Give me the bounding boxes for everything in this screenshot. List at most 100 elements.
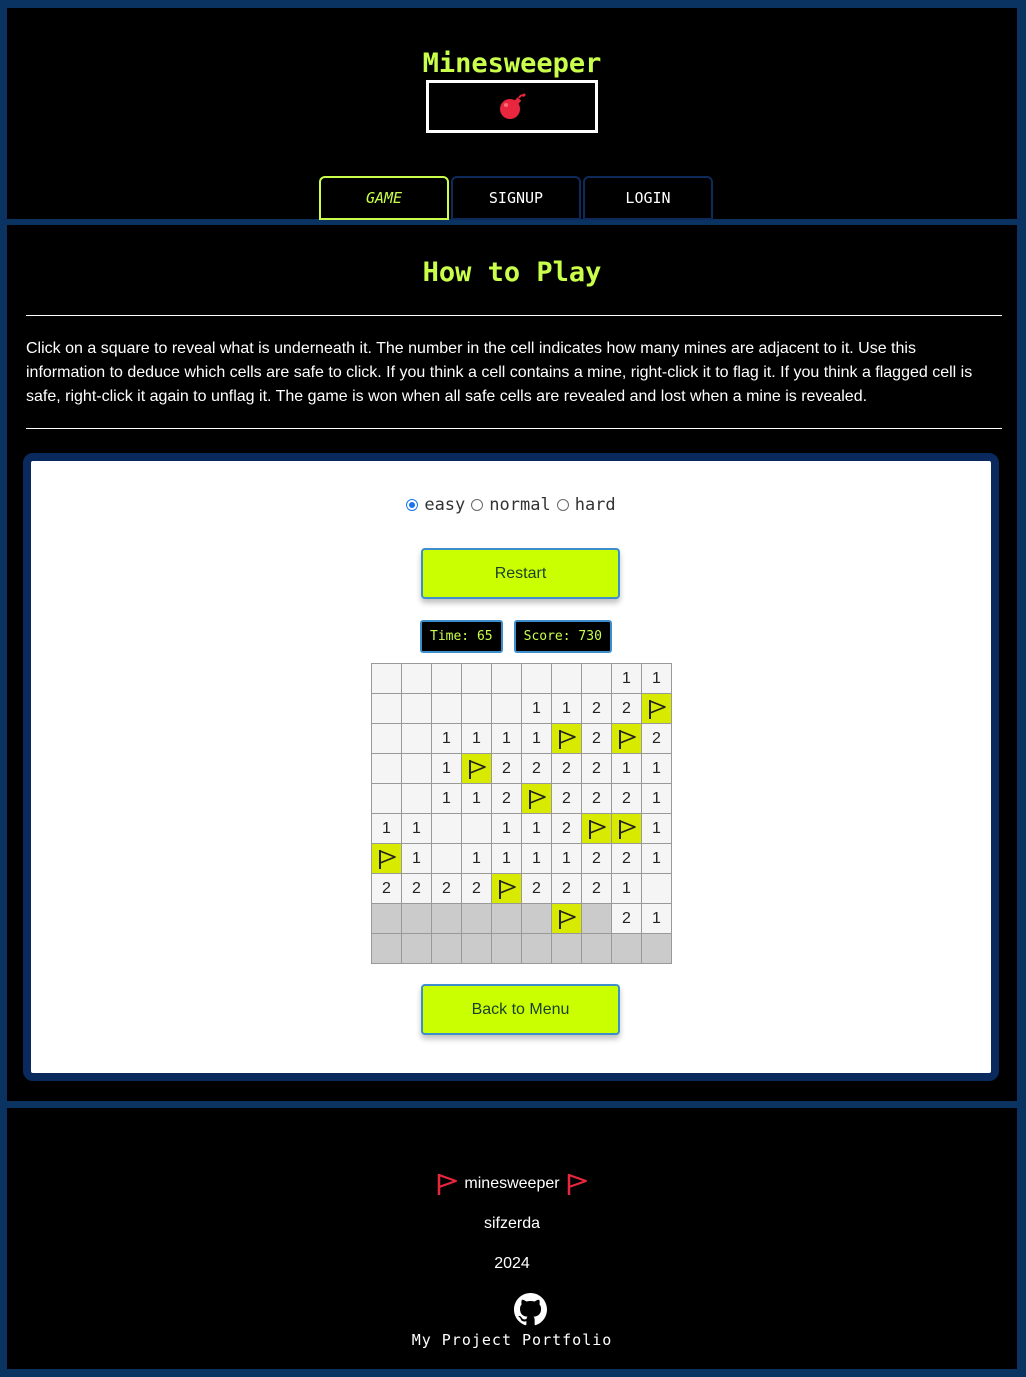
- cell-number[interactable]: 2: [582, 724, 612, 754]
- cell-hidden[interactable]: [462, 904, 492, 934]
- cell-number[interactable]: 1: [642, 904, 672, 934]
- cell-hidden[interactable]: [642, 934, 672, 964]
- cell-number[interactable]: 1: [642, 754, 672, 784]
- cell-number[interactable]: 2: [582, 784, 612, 814]
- cell-hidden[interactable]: [522, 904, 552, 934]
- difficulty-normal[interactable]: normal: [471, 495, 551, 515]
- cell-number[interactable]: 1: [462, 844, 492, 874]
- cell-number[interactable]: 2: [552, 754, 582, 784]
- cell-hidden[interactable]: [402, 934, 432, 964]
- cell-number[interactable]: 2: [552, 874, 582, 904]
- cell-number[interactable]: 2: [372, 874, 402, 904]
- cell-flagged[interactable]: [522, 784, 552, 814]
- cell-empty[interactable]: [492, 664, 522, 694]
- cell-empty[interactable]: [402, 724, 432, 754]
- cell-empty[interactable]: [402, 694, 432, 724]
- cell-hidden[interactable]: [402, 904, 432, 934]
- cell-empty[interactable]: [402, 784, 432, 814]
- cell-number[interactable]: 1: [522, 814, 552, 844]
- cell-hidden[interactable]: [582, 904, 612, 934]
- cell-hidden[interactable]: [372, 904, 402, 934]
- cell-empty[interactable]: [372, 694, 402, 724]
- cell-empty[interactable]: [432, 664, 462, 694]
- cell-empty[interactable]: [372, 724, 402, 754]
- cell-hidden[interactable]: [492, 904, 522, 934]
- cell-empty[interactable]: [402, 664, 432, 694]
- cell-number[interactable]: 2: [582, 694, 612, 724]
- cell-hidden[interactable]: [612, 934, 642, 964]
- cell-number[interactable]: 1: [492, 724, 522, 754]
- cell-flagged[interactable]: [612, 724, 642, 754]
- cell-empty[interactable]: [552, 664, 582, 694]
- cell-number[interactable]: 1: [552, 844, 582, 874]
- cell-number[interactable]: 2: [582, 844, 612, 874]
- cell-empty[interactable]: [432, 814, 462, 844]
- cell-number[interactable]: 1: [492, 844, 522, 874]
- cell-number[interactable]: 1: [612, 874, 642, 904]
- cell-hidden[interactable]: [432, 904, 462, 934]
- cell-number[interactable]: 2: [402, 874, 432, 904]
- cell-empty[interactable]: [462, 694, 492, 724]
- cell-number[interactable]: 2: [612, 694, 642, 724]
- cell-empty[interactable]: [432, 844, 462, 874]
- portfolio-link[interactable]: My Project Portfolio: [7, 1331, 1017, 1349]
- tab-signup[interactable]: SIGNUP: [451, 176, 581, 220]
- cell-flagged[interactable]: [552, 724, 582, 754]
- cell-empty[interactable]: [372, 754, 402, 784]
- cell-flagged[interactable]: [462, 754, 492, 784]
- cell-hidden[interactable]: [372, 934, 402, 964]
- cell-hidden[interactable]: [552, 934, 582, 964]
- cell-flagged[interactable]: [492, 874, 522, 904]
- cell-flagged[interactable]: [612, 814, 642, 844]
- cell-number[interactable]: 2: [492, 754, 522, 784]
- back-to-menu-button[interactable]: Back to Menu: [421, 984, 620, 1035]
- cell-hidden[interactable]: [582, 934, 612, 964]
- cell-flagged[interactable]: [372, 844, 402, 874]
- cell-number[interactable]: 1: [642, 664, 672, 694]
- cell-hidden[interactable]: [432, 934, 462, 964]
- cell-number[interactable]: 1: [402, 844, 432, 874]
- cell-number[interactable]: 1: [402, 814, 432, 844]
- cell-number[interactable]: 2: [522, 754, 552, 784]
- cell-number[interactable]: 2: [612, 784, 642, 814]
- cell-empty[interactable]: [372, 664, 402, 694]
- cell-empty[interactable]: [462, 664, 492, 694]
- cell-hidden[interactable]: [462, 934, 492, 964]
- cell-number[interactable]: 1: [462, 724, 492, 754]
- cell-empty[interactable]: [462, 814, 492, 844]
- cell-empty[interactable]: [582, 664, 612, 694]
- cell-number[interactable]: 2: [492, 784, 522, 814]
- cell-number[interactable]: 1: [432, 784, 462, 814]
- cell-flagged[interactable]: [582, 814, 612, 844]
- cell-number[interactable]: 1: [522, 724, 552, 754]
- cell-number[interactable]: 2: [462, 874, 492, 904]
- cell-number[interactable]: 1: [432, 754, 462, 784]
- cell-number[interactable]: 1: [642, 814, 672, 844]
- cell-number[interactable]: 2: [642, 724, 672, 754]
- cell-number[interactable]: 2: [582, 874, 612, 904]
- difficulty-easy[interactable]: easy: [406, 495, 465, 515]
- cell-flagged[interactable]: [642, 694, 672, 724]
- radio-normal[interactable]: [471, 499, 484, 511]
- cell-number[interactable]: 2: [432, 874, 462, 904]
- github-icon[interactable]: [514, 1293, 547, 1326]
- cell-number[interactable]: 1: [642, 844, 672, 874]
- cell-number[interactable]: 1: [612, 664, 642, 694]
- cell-empty[interactable]: [522, 664, 552, 694]
- cell-number[interactable]: 1: [522, 694, 552, 724]
- restart-button[interactable]: Restart: [421, 548, 620, 599]
- cell-number[interactable]: 1: [432, 724, 462, 754]
- cell-number[interactable]: 2: [552, 814, 582, 844]
- radio-easy[interactable]: [406, 499, 419, 511]
- cell-empty[interactable]: [402, 754, 432, 784]
- cell-number[interactable]: 1: [552, 694, 582, 724]
- cell-number[interactable]: 1: [612, 754, 642, 784]
- cell-flagged[interactable]: [552, 904, 582, 934]
- radio-hard[interactable]: [556, 499, 569, 511]
- cell-hidden[interactable]: [522, 934, 552, 964]
- cell-empty[interactable]: [492, 694, 522, 724]
- cell-hidden[interactable]: [492, 934, 522, 964]
- cell-number[interactable]: 2: [612, 904, 642, 934]
- cell-number[interactable]: 1: [642, 784, 672, 814]
- cell-empty[interactable]: [372, 784, 402, 814]
